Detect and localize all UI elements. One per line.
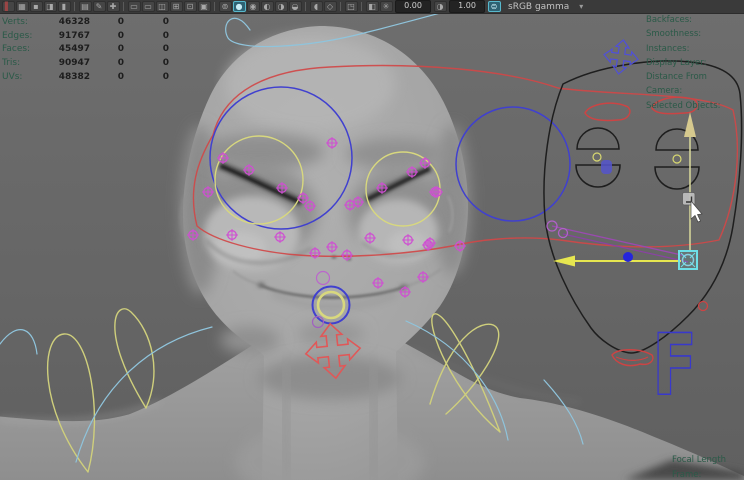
view-transform-dropdown[interactable]: sRGB gamma ▾ [503, 1, 588, 13]
default-material-icon[interactable]: ◖ [309, 1, 323, 12]
toolbar-divider [123, 2, 124, 11]
f-letter-text[interactable]: F [651, 314, 698, 415]
select-camera-icon[interactable]: ▦ [15, 1, 29, 12]
image-plane-icon[interactable]: ▤ [78, 1, 92, 12]
safe-title-icon[interactable]: ▣ [197, 1, 211, 12]
smooth-shade-icon[interactable]: ● [232, 1, 246, 12]
shadows-icon[interactable]: ◑ [274, 1, 288, 12]
bookmarks-icon[interactable]: ▮ [57, 1, 71, 12]
axis-origin-dot[interactable] [623, 252, 633, 262]
exposure-icon[interactable]: ✳ [379, 1, 393, 12]
gamma-field[interactable]: 1.00 [449, 0, 485, 13]
toolbar-divider [214, 2, 215, 11]
toolbar-divider [361, 2, 362, 11]
resolution-gate-icon[interactable]: ▭ [141, 1, 155, 12]
selected-control-blob[interactable] [601, 160, 612, 174]
textured-icon[interactable]: ◉ [246, 1, 260, 12]
lock-camera-icon[interactable]: ▪ [29, 1, 43, 12]
gate-mask-icon[interactable]: ◫ [155, 1, 169, 12]
gamma-icon[interactable]: ◑ [433, 1, 447, 12]
maya-viewport-window: F ▌ ▦ ▪ ◨ ▮ ▤ ✎ ✚ ▭ ▭ ◫ ⊞ ⊡ ▣ ⊚ ● ◉ ◐ ◑ ◒ ◖ ◇ ◳ ◧ ✳ [0, 0, 744, 480]
view-transform-icon[interactable]: ⊜ [487, 1, 501, 12]
view-transform-value: sRGB gamma [508, 1, 570, 12]
isolate-select-icon[interactable]: ◳ [344, 1, 358, 12]
xray-icon[interactable]: ◇ [323, 1, 337, 12]
film-gate-icon[interactable]: ▭ [127, 1, 141, 12]
panel-edge-icon[interactable]: ▌ [1, 1, 15, 12]
screen-ao-icon[interactable]: ◒ [288, 1, 302, 12]
exposure-field[interactable]: 0.00 [395, 0, 431, 13]
f-letter-curve[interactable]: F [651, 314, 698, 415]
grease-pencil-icon[interactable]: ✎ [92, 1, 106, 12]
wireframe-icon[interactable]: ⊚ [218, 1, 232, 12]
use-all-lights-icon[interactable]: ◐ [260, 1, 274, 12]
panel-toolbar: ▌ ▦ ▪ ◨ ▮ ▤ ✎ ✚ ▭ ▭ ◫ ⊞ ⊡ ▣ ⊚ ● ◉ ◐ ◑ ◒ ◖ ◇ ◳ ◧ ✳ 0.00 ◑ 1.00 ⊜ … [0, 0, 744, 14]
camera-attributes-icon[interactable]: ◨ [43, 1, 57, 12]
chevron-down-icon: ▾ [579, 2, 584, 11]
toolbar-divider [340, 2, 341, 11]
viewport-canvas[interactable]: F [0, 0, 744, 480]
toolbar-divider [305, 2, 306, 11]
toolbar-divider [74, 2, 75, 11]
panel-layout-icon[interactable]: ◧ [365, 1, 379, 12]
field-chart-icon[interactable]: ⊞ [169, 1, 183, 12]
add-keyframe-icon[interactable]: ✚ [106, 1, 120, 12]
safe-action-icon[interactable]: ⊡ [183, 1, 197, 12]
